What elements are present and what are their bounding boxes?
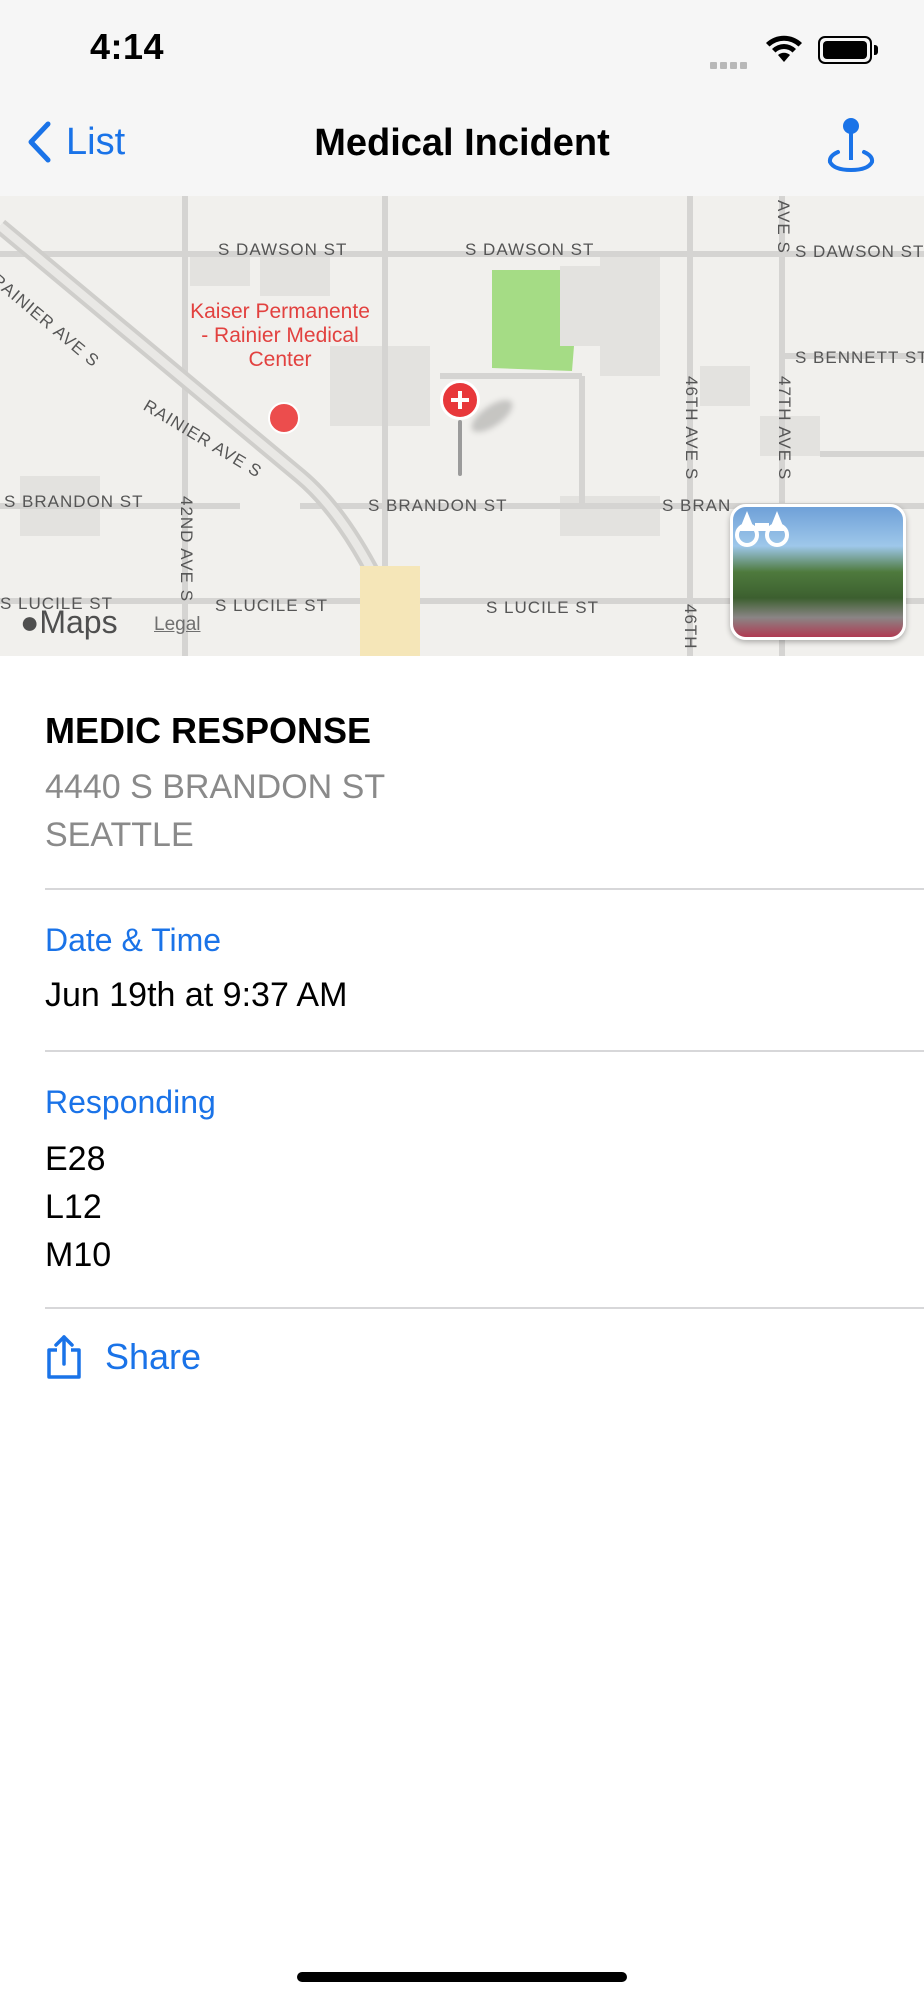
street-label: AVE S bbox=[774, 200, 793, 254]
look-around-button[interactable] bbox=[730, 504, 906, 640]
divider bbox=[45, 1307, 924, 1309]
responding-unit: M10 bbox=[45, 1236, 112, 1274]
street-label: S BRAN bbox=[662, 496, 732, 515]
responding-unit: E28 bbox=[45, 1140, 106, 1178]
datetime-value: Jun 19th at 9:37 AM bbox=[45, 976, 348, 1014]
navigation-bar: List Medical Incident bbox=[0, 92, 924, 196]
home-indicator[interactable] bbox=[297, 1972, 627, 1982]
medical-center-icon[interactable] bbox=[268, 402, 300, 434]
address-line-1: 4440 S BRANDON ST bbox=[45, 768, 386, 806]
divider bbox=[45, 1050, 924, 1052]
map-pin-icon bbox=[827, 118, 875, 173]
incident-map[interactable]: S DAWSON ST S DAWSON ST S DAWSON ST S BE… bbox=[0, 196, 924, 656]
binoculars-icon bbox=[735, 511, 789, 547]
cellular-signal-icon bbox=[710, 56, 750, 74]
status-bar: 4:14 bbox=[0, 0, 924, 92]
responding-label: Responding bbox=[45, 1084, 216, 1120]
street-label: S DAWSON ST bbox=[795, 242, 924, 261]
street-label: 46TH AVE S bbox=[682, 376, 701, 481]
street-label: S DAWSON ST bbox=[218, 240, 348, 259]
apple-logo-icon: ● bbox=[20, 604, 40, 640]
incident-type: MEDIC RESPONSE bbox=[45, 710, 372, 751]
wifi-icon bbox=[764, 34, 804, 69]
share-label: Share bbox=[105, 1336, 202, 1377]
street-label: S DAWSON ST bbox=[465, 240, 595, 259]
battery-icon bbox=[818, 36, 878, 64]
legal-link[interactable]: Legal bbox=[154, 614, 201, 636]
page-title: Medical Incident bbox=[314, 122, 610, 164]
incident-pin-icon[interactable] bbox=[440, 380, 480, 420]
poi-label[interactable]: Kaiser Permanente - Rainier Medical Cent… bbox=[190, 300, 370, 372]
street-label: S BENNETT ST bbox=[795, 348, 924, 367]
responding-unit: L12 bbox=[45, 1188, 102, 1226]
maps-brand: Maps bbox=[39, 604, 118, 640]
address-line-2: SEATTLE bbox=[45, 816, 194, 854]
street-label: S LUCILE ST bbox=[215, 596, 329, 615]
maps-logo: ●Maps bbox=[20, 604, 118, 641]
street-label: S LUCILE ST bbox=[486, 598, 600, 617]
share-icon bbox=[47, 1335, 81, 1379]
datetime-label: Date & Time bbox=[45, 922, 222, 958]
street-label: S BRANDON ST bbox=[368, 496, 508, 515]
street-label: 46TH bbox=[681, 604, 700, 650]
street-label: S BRANDON ST bbox=[4, 492, 144, 511]
street-label: 47TH AVE S bbox=[775, 376, 794, 481]
street-label: 42ND AVE S bbox=[177, 496, 196, 603]
divider bbox=[45, 888, 924, 890]
status-time: 4:14 bbox=[90, 26, 165, 67]
pin-stick bbox=[458, 420, 462, 476]
share-button[interactable]: Share bbox=[45, 1334, 201, 1380]
map-pin-button[interactable] bbox=[826, 116, 876, 179]
